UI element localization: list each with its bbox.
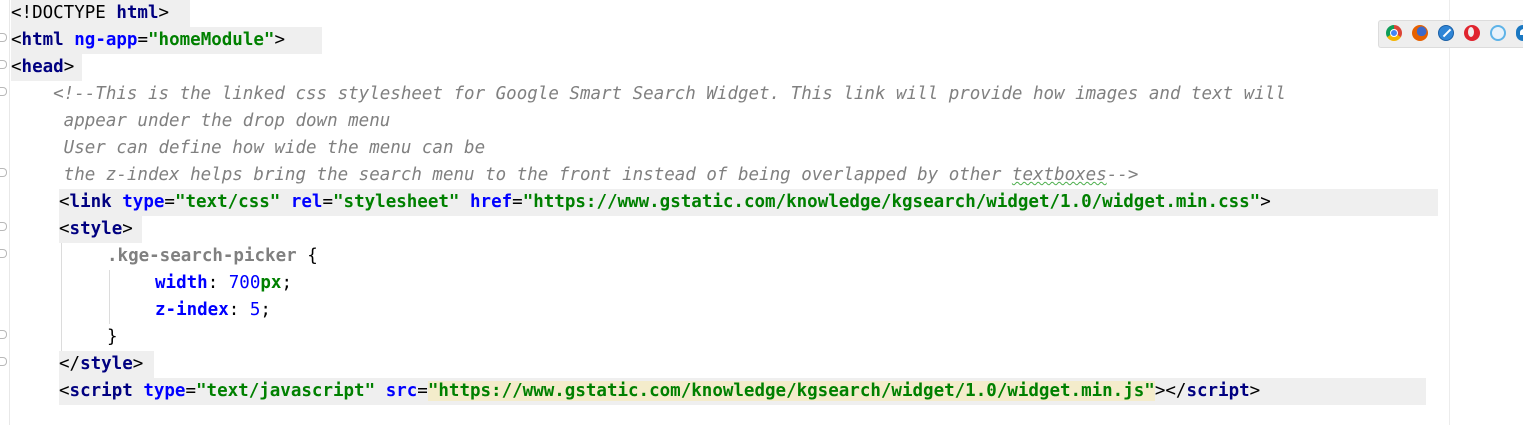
code-token: ; bbox=[260, 300, 271, 320]
code-line[interactable]: appear under the drop down menu bbox=[11, 108, 391, 135]
code-token: { bbox=[296, 246, 318, 266]
code-line[interactable]: <!--This is the linked css stylesheet fo… bbox=[11, 81, 1286, 108]
code-token: ; bbox=[281, 273, 292, 293]
code-line[interactable]: z-index: 5; bbox=[155, 297, 271, 324]
code-token: "text/css" bbox=[174, 192, 281, 212]
code-line[interactable]: </style> bbox=[59, 351, 154, 378]
code-token: <!DOCTYPE bbox=[11, 3, 117, 23]
code-token: "homeModule" bbox=[148, 30, 275, 50]
code-token: head bbox=[21, 57, 64, 77]
code-token: "https://www.gstatic.com/knowledge/kgsea… bbox=[427, 381, 1155, 401]
code-token: "stylesheet" bbox=[333, 192, 460, 212]
code-token: = bbox=[185, 381, 197, 401]
code-token: > bbox=[63, 57, 75, 77]
fold-marker-icon[interactable] bbox=[0, 222, 7, 231]
code-token: </ bbox=[59, 354, 81, 374]
code-token: < bbox=[59, 219, 70, 239]
code-token: "https://www.gstatic.com/knowledge/kgsea… bbox=[522, 192, 1261, 212]
code-token: > bbox=[122, 219, 133, 239]
fold-marker-icon[interactable] bbox=[0, 249, 7, 258]
code-line[interactable]: } bbox=[107, 324, 118, 351]
code-line[interactable]: <style> bbox=[59, 216, 142, 243]
indent-guide bbox=[109, 270, 110, 324]
code-line[interactable]: <!DOCTYPE html> bbox=[11, 0, 190, 27]
code-token: z-index bbox=[155, 300, 229, 320]
code-token: width bbox=[155, 273, 208, 293]
code-token: html bbox=[116, 3, 159, 23]
code-token: > bbox=[158, 3, 170, 23]
code-token: > bbox=[132, 354, 144, 374]
code-line[interactable]: User can define how wide the menu can be bbox=[11, 135, 485, 162]
code-token: ></ bbox=[1154, 381, 1187, 401]
code-line[interactable]: <head> bbox=[11, 54, 82, 81]
code-token: textboxes bbox=[1011, 165, 1107, 185]
code-token: User can define how wide the menu can be bbox=[11, 138, 486, 158]
code-token: : bbox=[207, 273, 229, 293]
code-token: = bbox=[322, 192, 334, 212]
code-token: src bbox=[385, 381, 418, 401]
code-token: "text/javascript" bbox=[196, 381, 376, 401]
edge-icon[interactable] bbox=[1516, 25, 1523, 41]
fold-marker-icon[interactable] bbox=[0, 330, 7, 339]
code-token: 700 bbox=[228, 273, 261, 293]
code-token: = bbox=[512, 192, 523, 212]
code-line[interactable]: <html ng-app="homeModule"> bbox=[11, 27, 322, 54]
fold-marker-icon[interactable] bbox=[0, 357, 7, 366]
code-token: type bbox=[122, 192, 165, 212]
code-token: = bbox=[417, 381, 428, 401]
code-token: html bbox=[21, 30, 64, 50]
chrome-icon[interactable] bbox=[1386, 25, 1402, 41]
right-margin-guide bbox=[1449, 0, 1450, 425]
code-token: <!--This is the linked css stylesheet fo… bbox=[11, 84, 1286, 104]
code-token: script bbox=[1186, 381, 1250, 401]
fold-marker-icon[interactable] bbox=[0, 33, 7, 42]
code-line[interactable]: <link type="text/css" rel="stylesheet" h… bbox=[59, 189, 1438, 216]
opera-icon[interactable] bbox=[1464, 25, 1480, 41]
code-token: type bbox=[143, 381, 186, 401]
code-token: : bbox=[228, 300, 250, 320]
code-token: .kge-search-picker bbox=[107, 246, 297, 266]
code-token: link bbox=[69, 192, 112, 212]
fold-marker-icon[interactable] bbox=[0, 60, 7, 69]
firefox-icon[interactable] bbox=[1412, 25, 1428, 41]
code-token: > bbox=[274, 30, 285, 50]
indent-guide bbox=[61, 243, 62, 351]
code-token: ng-app bbox=[74, 30, 138, 50]
code-line[interactable]: the z-index helps bring the search menu … bbox=[11, 162, 1139, 189]
code-token: > bbox=[1249, 381, 1261, 401]
code-line[interactable]: width: 700px; bbox=[155, 270, 292, 297]
code-token: 5 bbox=[249, 300, 261, 320]
code-token: < bbox=[59, 381, 70, 401]
code-token: } bbox=[107, 327, 118, 347]
code-token: rel bbox=[290, 192, 323, 212]
code-token: script bbox=[69, 381, 133, 401]
fold-marker-icon[interactable] bbox=[0, 87, 7, 96]
code-token: --> bbox=[1106, 165, 1139, 185]
code-token: href bbox=[470, 192, 513, 212]
ie-icon[interactable] bbox=[1490, 25, 1506, 41]
safari-icon[interactable] bbox=[1438, 25, 1454, 41]
code-token: < bbox=[11, 30, 22, 50]
code-token: px bbox=[260, 273, 282, 293]
code-token: appear under the drop down menu bbox=[11, 111, 391, 131]
code-token: < bbox=[59, 192, 70, 212]
code-token: the z-index helps bring the search menu … bbox=[11, 165, 1012, 185]
code-token: = bbox=[137, 30, 149, 50]
code-token: > bbox=[1260, 192, 1271, 212]
code-line[interactable]: .kge-search-picker { bbox=[107, 243, 318, 270]
code-token: style bbox=[80, 354, 133, 374]
code-token: = bbox=[164, 192, 175, 212]
fold-marker-icon[interactable] bbox=[0, 168, 7, 177]
code-token: style bbox=[69, 219, 123, 239]
code-token: < bbox=[11, 57, 22, 77]
code-line[interactable]: <script type="text/javascript" src="http… bbox=[59, 378, 1426, 405]
